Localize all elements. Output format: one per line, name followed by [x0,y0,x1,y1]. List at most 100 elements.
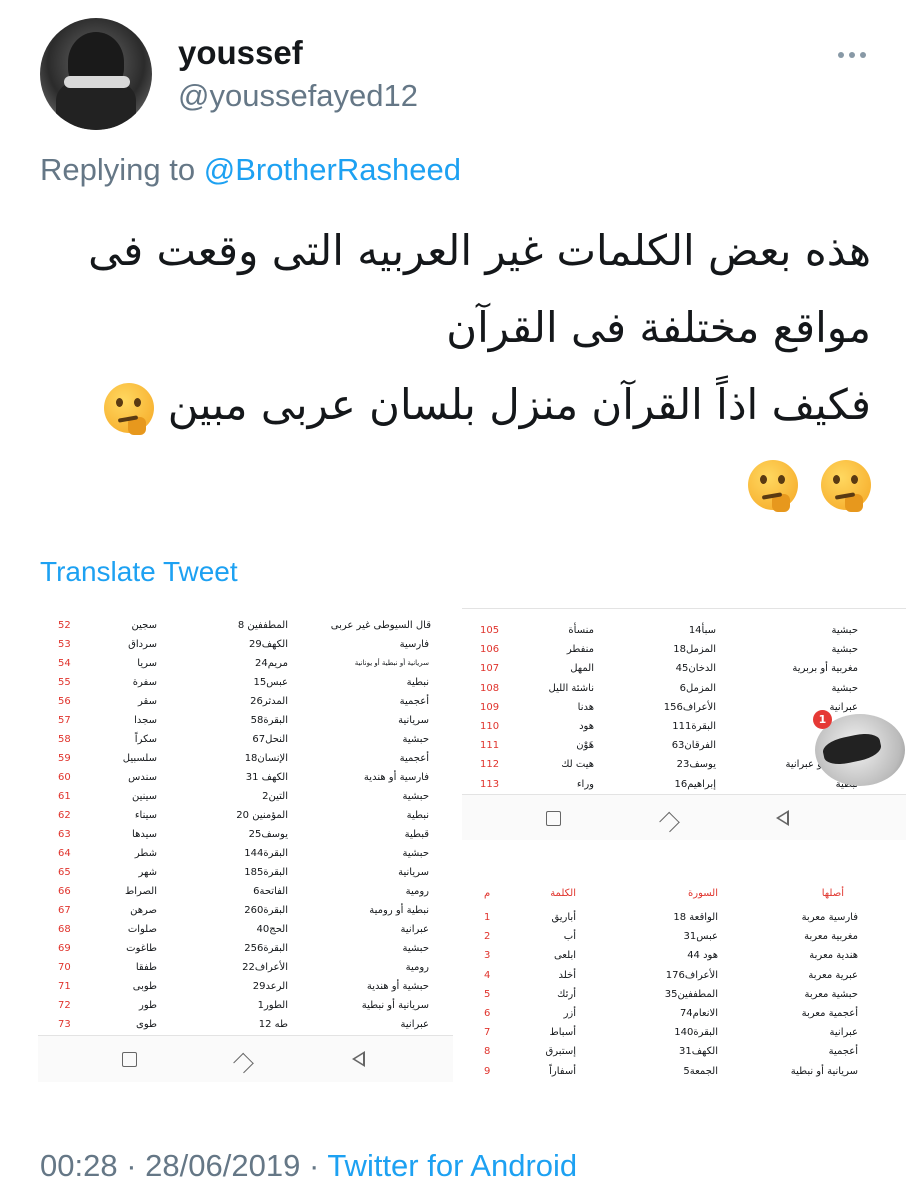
table-row: 105 منسأة سبأ14 حبشية [462,621,906,640]
row-number: 105 [480,625,500,636]
row-word: منفطر [566,644,594,656]
row-word: هدنا [577,701,594,713]
display-name[interactable]: youssef [178,34,303,72]
table-row: 107 المهل الدخان45 مغربية أو بربرية [462,659,906,678]
row-surah: الانعام74 [679,1008,718,1019]
separator: · [126,1148,137,1183]
row-number: 5 [484,988,491,1000]
table-row: 109 هدنا الأعراف156 عبرانية [462,698,906,717]
table-row: 1 أباريق الواقعة 18 فارسية معربة [462,908,906,927]
row-number: 70 [58,962,71,973]
row-origin: فارسية معربة [801,912,858,923]
recent-apps-icon[interactable] [122,1052,137,1067]
row-word: هَوْن [576,740,594,752]
table-row: 66 الصراط الفاتحة6 رومية [38,882,453,901]
row-origin: قبطية [404,829,429,840]
row-word: أب [563,931,576,943]
table-row: 63 سيدها يوسف25 قبطية [38,825,453,844]
table-row: 2 أب عبس31 مغربية معربة [462,927,906,946]
row-origin: نبطية [406,810,429,821]
table-row: 9 أسفاراً الجمعة5 سريانية أو نبطية [462,1062,906,1081]
row-origin: فارسية أو هندية [363,772,429,783]
row-number: 4 [484,969,491,981]
row-word: المهل [570,663,594,675]
row-surah: البقرة58 [250,715,288,726]
col-header-number: م [484,888,491,899]
row-origin: نبطية [406,677,429,688]
table-row: 108 ناشئة الليل المزمل6 حبشية [462,679,906,698]
row-number: 2 [484,931,491,943]
row-word: ناشئة الليل [548,682,595,694]
row-number: 72 [58,1000,71,1011]
row-surah: الطور1 [257,1000,288,1011]
tweet-source-link[interactable]: Twitter for Android [327,1148,577,1183]
row-word: وراء [576,778,594,790]
row-number: 108 [480,682,500,694]
row-number: 55 [58,677,71,688]
row-number: 7 [484,1027,491,1039]
android-nav-bar [462,795,906,840]
home-icon[interactable] [233,1052,254,1074]
row-surah: الرعد29 [252,981,288,992]
row-surah: الفاتحة6 [253,886,288,897]
table-row: 68 صلوات الحج40 عبرانية [38,920,453,939]
row-surah: النحل67 [252,734,288,745]
recent-apps-icon[interactable] [546,811,561,826]
tweet-date: 28/06/2019 [145,1148,301,1183]
home-icon[interactable] [659,811,680,833]
tweet-line-3: فكيف اذاً القرآن منزل بلسان عربى مبين [31,366,871,443]
row-surah: المطففين 8 [237,620,288,631]
back-icon[interactable] [352,1051,365,1067]
row-number: 71 [58,981,71,992]
row-word: سجدا [134,715,157,726]
row-word: طاغوت [126,943,157,954]
row-number: 6 [484,1008,491,1019]
row-word: سيدها [132,829,157,840]
row-origin: حبشية [402,943,430,954]
row-surah: البقرة185 [244,867,288,878]
table-row: 71 طوبى الرعد29 حبشية أو هندية [38,977,453,996]
table-row: 5 أرئك المطففين35 حبشية معربة [462,985,906,1004]
table-row: 73 طوى طه 12 عبرانية [38,1015,453,1034]
attached-image-bottom-right[interactable]: م الكلمة السورة أصلها 1 أباريق الواقعة 18 ف… [462,880,906,1090]
row-word: صلوات [127,924,157,935]
row-origin: عبرانية [400,1019,429,1030]
translate-tweet-link[interactable]: Translate Tweet [40,556,238,588]
col-header-origin: أصلها [821,888,844,899]
tweet-line-4 [31,443,871,520]
row-number: 60 [58,772,71,783]
attached-image-left[interactable]: قال السيوطى غير عربى 52 سجين المطففين 8 53 س… [38,608,453,1082]
col-header-word: الكلمة [550,888,576,899]
row-number: 63 [58,829,71,840]
row-origin: عبرانية [829,1027,858,1039]
row-number: 59 [58,753,71,764]
table-row: 7 أسباط البقرة140 عبرانية [462,1023,906,1042]
row-number: 58 [58,734,71,745]
replying-to-link[interactable]: @BrotherRasheed [204,152,461,187]
row-number: 110 [480,721,500,732]
notification-badge: 1 [813,710,832,729]
row-number: 111 [480,740,500,752]
table-row: 55 سفرة عبس15 نبطية [38,673,453,692]
row-word: أسفاراً [549,1065,576,1077]
user-handle[interactable]: @youssefayed12 [178,78,418,114]
row-word: صرهن [130,905,157,916]
tweet-text: هذه بعض الكلمات غير العربيه التى وقعت فى… [31,212,871,520]
row-surah: عبس15 [253,677,288,688]
row-number: 69 [58,943,71,954]
row-surah: البقرة260 [244,905,288,916]
more-options-icon[interactable] [838,52,866,58]
row-number: 112 [480,759,500,771]
row-word: أزر [563,1008,576,1019]
android-nav-bar [38,1036,453,1082]
row-origin: حبشية [831,644,859,656]
row-word: سكراً [134,734,157,745]
row-surah: البقرة111 [672,721,716,732]
back-icon[interactable] [776,810,789,826]
row-origin: هندية معربة [809,950,858,962]
row-word: أخلد [558,969,576,981]
table-row: 61 سينين التين2 حبشية [38,787,453,806]
col-header-surah: السورة [688,888,718,899]
avatar[interactable] [40,18,152,130]
row-word: هود [579,721,594,732]
